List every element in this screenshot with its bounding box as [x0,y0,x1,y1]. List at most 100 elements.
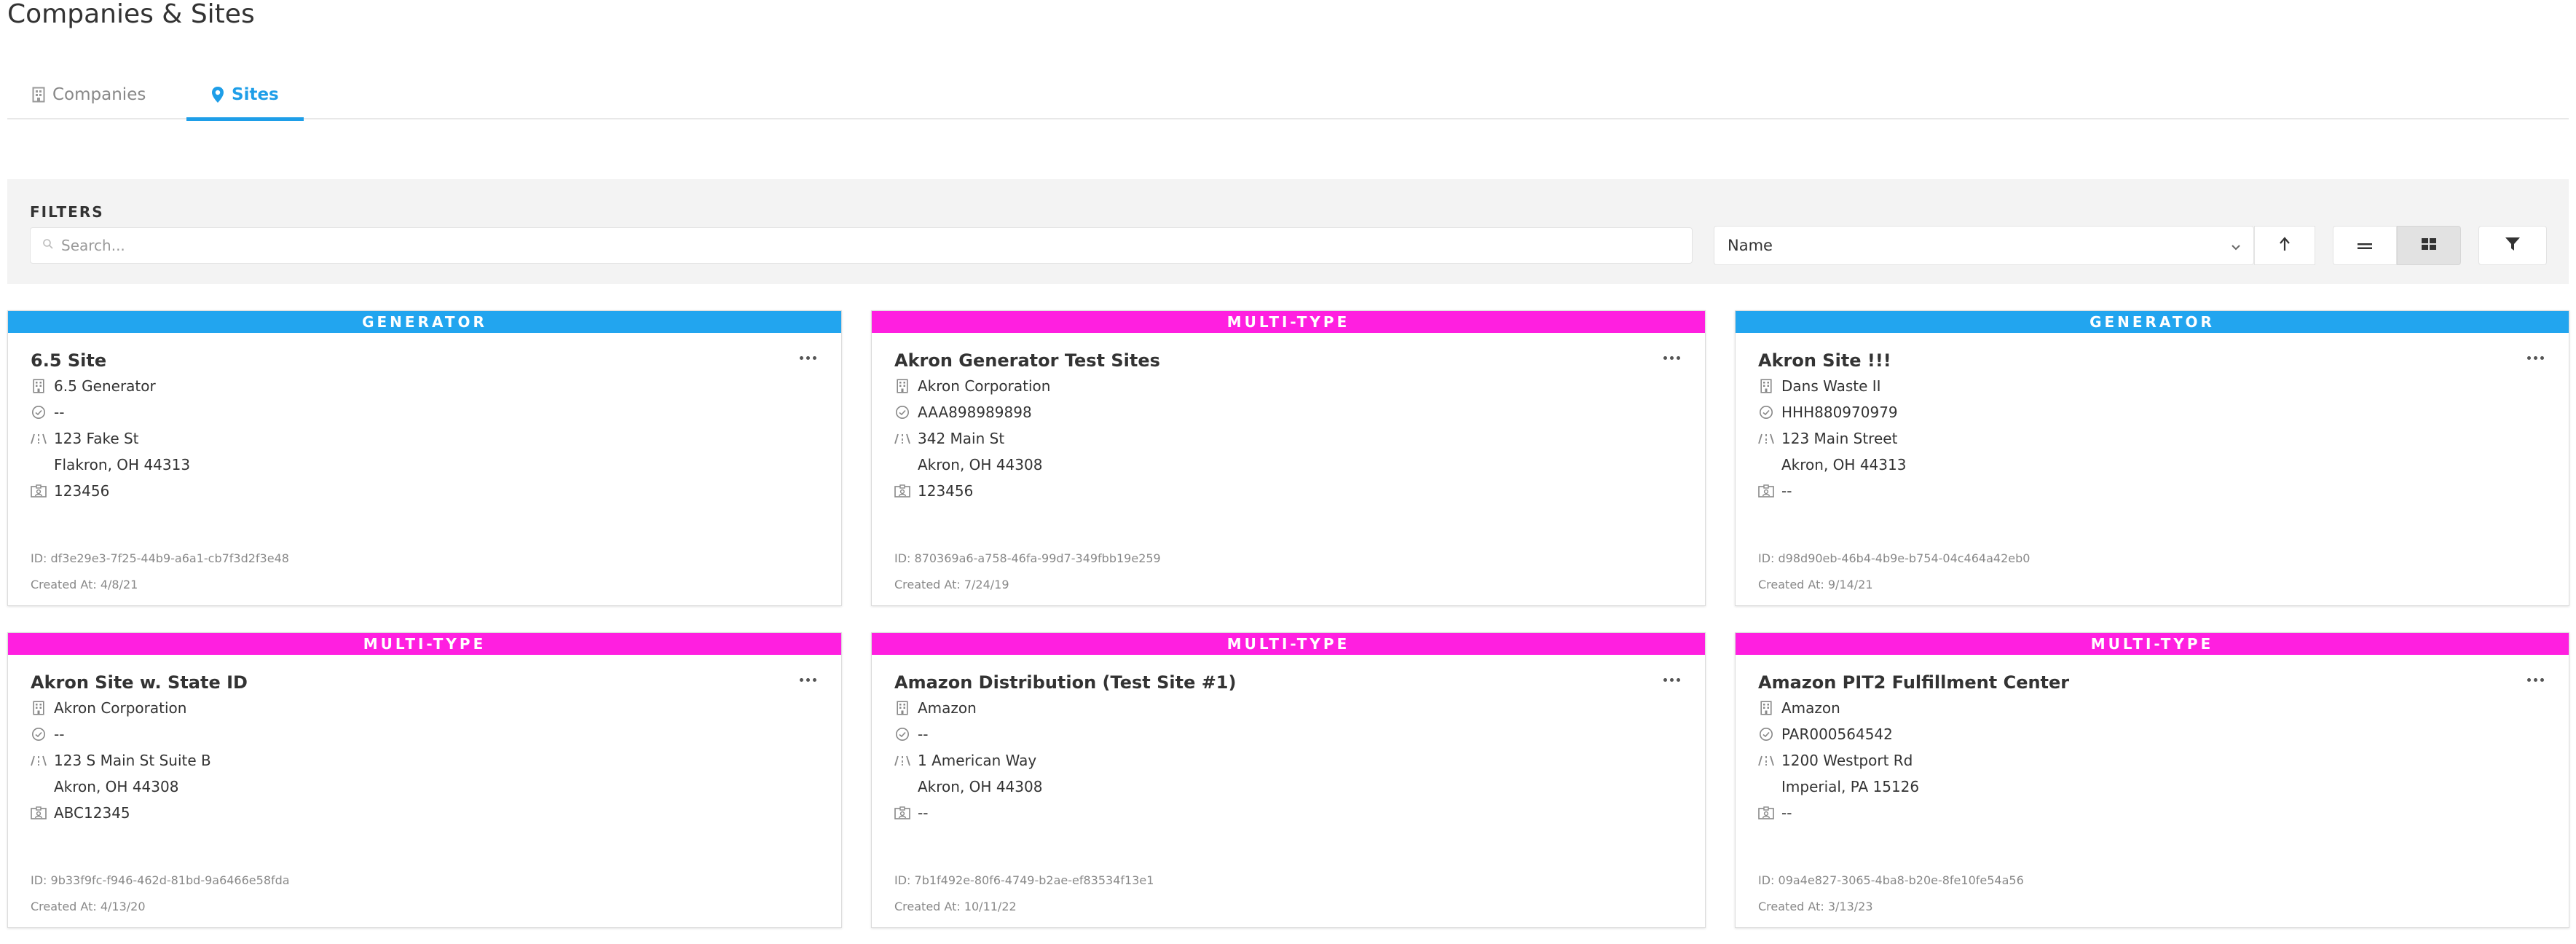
company-row: Dans Waste II [1758,375,1881,397]
site-name[interactable]: Akron Site w. State ID [31,672,248,693]
site-id: ID: 7b1f492e-80f6-4749-b2ae-ef83534f13e1 [894,873,1154,887]
building-icon [1758,701,1774,715]
verified-badge-icon [31,727,47,742]
street-address: 123 Fake St [54,430,139,447]
site-id: ID: 870369a6-a758-46fa-99d7-349fbb19e259 [894,551,1161,565]
site-name[interactable]: Amazon PIT2 Fulfillment Center [1758,672,2069,693]
search-input[interactable] [61,237,1663,254]
site-card[interactable]: MULTI-TYPE Amazon Distribution (Test Sit… [871,632,1706,928]
more-options-icon[interactable] [2524,352,2547,364]
site-code: 123456 [918,482,974,500]
company-name: Dans Waste II [1781,377,1881,395]
city-row: Akron, OH 44308 [918,776,1042,798]
site-card[interactable]: MULTI-TYPE Akron Generator Test Sites Ak… [871,310,1706,606]
site-code-row: 123456 [894,480,973,502]
road-icon [894,755,910,766]
filters-label: FILTERS [30,203,104,221]
epa-id: -- [918,725,929,743]
sort-select-value: Name [1728,237,1773,254]
site-name[interactable]: Amazon Distribution (Test Site #1) [894,672,1236,693]
more-options-icon[interactable] [797,352,819,364]
id-card-icon [894,484,910,497]
more-options-icon[interactable] [797,674,819,686]
road-icon [1758,755,1774,766]
address-row: 1200 Westport Rd [1758,750,1913,771]
building-icon [31,379,47,393]
city-state-zip: Akron, OH 44308 [918,456,1043,473]
epa-id: AAA898989898 [918,404,1032,421]
building-icon [32,87,45,103]
epa-id: -- [54,725,65,743]
road-icon [894,433,910,444]
site-code-row: ABC12345 [31,802,130,824]
epa-id-row: AAA898989898 [894,401,1032,423]
tab-companies-label: Companies [52,85,146,104]
site-id: ID: 09a4e827-3065-4ba8-b20e-8fe10fe54a56 [1758,873,2024,887]
site-code: -- [1781,804,1792,822]
more-options-icon[interactable] [1661,674,1683,686]
site-id: ID: 9b33f9fc-f946-462d-81bd-9a6466e58fda [31,873,290,887]
verified-badge-icon [1758,727,1774,742]
site-code: -- [918,804,929,822]
site-code-row: -- [1758,480,1792,502]
map-pin-icon [211,86,224,103]
site-type-banner: MULTI-TYPE [872,311,1705,333]
address-row: 123 Main Street [1758,428,1897,449]
city-row: Akron, OH 44308 [918,454,1042,476]
site-id: ID: d98d90eb-46b4-4b9e-b754-04c464a42eb0 [1758,551,2031,565]
address-row: 1 American Way [894,750,1036,771]
city-state-zip: Imperial, PA 15126 [1781,778,1920,795]
grid-view-icon [2421,237,2437,253]
site-code-row: -- [1758,802,1792,824]
address-row: 123 Fake St [31,428,139,449]
address-row: 342 Main St [894,428,1004,449]
filters-panel: FILTERS Name [7,179,2569,284]
site-type-banner: MULTI-TYPE [1736,633,2569,655]
tab-sites[interactable]: Sites [186,70,304,121]
sort-direction-button[interactable] [2254,226,2315,265]
road-icon [31,755,47,766]
road-icon [1758,433,1774,444]
tab-companies[interactable]: Companies [7,70,170,119]
search-icon [42,238,54,253]
site-code: ABC12345 [54,804,130,822]
epa-id: HHH880970979 [1781,404,1898,421]
site-code-row: 123456 [31,480,109,502]
street-address: 123 S Main St Suite B [54,752,211,769]
site-card[interactable]: MULTI-TYPE Amazon PIT2 Fulfillment Cente… [1735,632,2569,928]
site-card[interactable]: MULTI-TYPE Akron Site w. State ID Akron … [7,632,842,928]
verified-badge-icon [894,405,910,420]
list-view-button[interactable] [2333,226,2397,265]
site-name[interactable]: Akron Site !!! [1758,350,1891,371]
page-title: Companies & Sites [7,0,255,29]
road-icon [31,433,47,444]
site-name[interactable]: Akron Generator Test Sites [894,350,1160,371]
city-state-zip: Akron, OH 44313 [1781,456,1907,473]
street-address: 123 Main Street [1781,430,1898,447]
building-icon [31,701,47,715]
site-card[interactable]: GENERATOR Akron Site !!! Dans Waste II H… [1735,310,2569,606]
epa-id: PAR000564542 [1781,725,1893,743]
city-row: Akron, OH 44313 [1781,454,1906,476]
filter-button[interactable] [2478,226,2547,265]
site-type-banner: MULTI-TYPE [872,633,1705,655]
building-icon [894,379,910,393]
epa-id-row: -- [31,401,64,423]
epa-id-row: -- [894,723,928,745]
epa-id: -- [54,404,65,421]
sort-select[interactable]: Name [1714,226,2254,265]
site-name[interactable]: 6.5 Site [31,350,106,371]
company-row: Amazon [894,697,977,719]
more-options-icon[interactable] [2524,674,2547,686]
grid-view-button[interactable] [2397,226,2461,265]
epa-id-row: HHH880970979 [1758,401,1898,423]
company-row: Akron Corporation [894,375,1050,397]
more-options-icon[interactable] [1661,352,1683,364]
verified-badge-icon [1758,405,1774,420]
site-card[interactable]: GENERATOR 6.5 Site 6.5 Generator -- 123 … [7,310,842,606]
verified-badge-icon [894,727,910,742]
filter-icon [2505,236,2521,255]
city-row: Imperial, PA 15126 [1781,776,1919,798]
search-box [30,227,1693,264]
created-at: Created At: 4/13/20 [31,900,146,913]
